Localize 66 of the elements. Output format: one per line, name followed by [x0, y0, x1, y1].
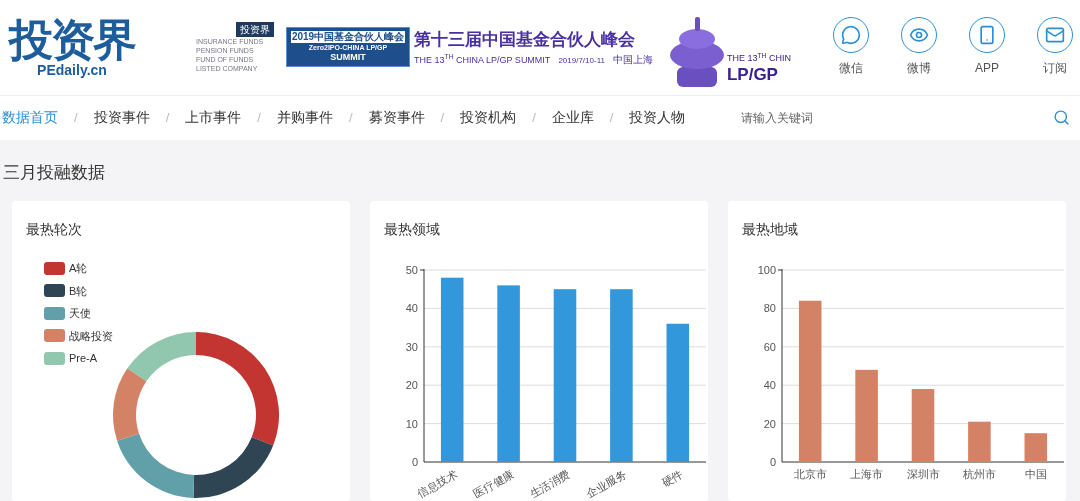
nav-separator: / [74, 108, 78, 127]
site-logo[interactable]: 投资界 PEdaily.cn [0, 7, 140, 88]
summit-place: 中国上海 [612, 52, 653, 67]
legend-swatch [44, 306, 65, 320]
nav-tab[interactable]: 企业库 [551, 107, 594, 129]
category-label: 杭州市 [962, 468, 996, 480]
nav-separator: / [440, 108, 445, 127]
axis-tick-label: 30 [405, 340, 418, 353]
legend-label: 天使 [69, 306, 91, 321]
search-icon[interactable] [1053, 109, 1070, 127]
legend-swatch [44, 329, 65, 343]
axis-tick-label: 40 [405, 302, 418, 315]
legend-label: A轮 [69, 261, 88, 276]
nav-separator: / [609, 108, 614, 127]
legend-swatch [44, 261, 65, 275]
partner-logo: 投资界 [236, 21, 274, 37]
axis-tick-label: 10 [405, 417, 418, 430]
nav-tab[interactable]: 投资机构 [460, 107, 517, 129]
category-label: 硬件 [659, 467, 685, 489]
nav-separator: / [165, 108, 170, 127]
axis-tick-label: 80 [763, 302, 776, 315]
legend-swatch [44, 351, 65, 365]
section-title: 三月投融数据 [2, 161, 106, 184]
chat-bubble-icon [841, 25, 861, 46]
search-field[interactable]: 请输入关键词 [741, 108, 942, 127]
nav-separator: / [257, 108, 261, 127]
bar [1024, 433, 1048, 462]
axis-tick-label: 0 [411, 456, 418, 468]
card-title: 最热领域 [384, 220, 440, 239]
phone-icon [977, 25, 997, 46]
category-label: 信息技术 [415, 467, 460, 500]
legend-label: B轮 [69, 283, 88, 299]
category-label: 企业服务 [584, 467, 629, 500]
axis-tick-label: 100 [757, 264, 776, 276]
category-label: 北京市 [793, 468, 827, 480]
legend-label: 战略投资 [69, 328, 113, 344]
legend-swatch [44, 284, 65, 298]
nav-separator: / [348, 108, 353, 127]
summit-subtitle: THE 13$^{TH}$ CHINA LP/GP SUMMIT [414, 53, 551, 67]
temple-caption: THE 13$^{TH}$ CHIN [726, 51, 791, 65]
axis-tick-label: 20 [405, 379, 418, 392]
nav-tab[interactable]: 投资人物 [629, 107, 686, 129]
axis-tick-label: 50 [405, 264, 418, 276]
axis-tick-label: 60 [763, 340, 776, 353]
legend-label: Pre-A [69, 351, 98, 366]
card-title: 最热轮次 [26, 220, 82, 239]
nav-separator: / [532, 108, 536, 127]
summit-title: 第十三届中国基金合伙人峰会 [414, 28, 636, 51]
nav-tab[interactable]: 募资事件 [368, 107, 425, 129]
axis-tick-label: 0 [769, 456, 776, 468]
category-label: 生活消费 [527, 467, 572, 500]
category-label: 上海市 [850, 468, 884, 480]
card-title: 最热地域 [742, 220, 798, 239]
mail-icon [1045, 25, 1065, 46]
nav-tab[interactable]: 并购事件 [276, 107, 333, 129]
nav-tab[interactable]: 上市事件 [185, 107, 242, 129]
category-label: 中国 [1024, 468, 1047, 480]
category-label: 深圳市 [906, 468, 940, 480]
bar [968, 421, 991, 462]
nav-tab[interactable]: 数据首页 [0, 107, 58, 129]
summit-date: 2019/7/10-11 [558, 54, 605, 67]
axis-tick-label: 20 [763, 417, 776, 430]
axis-tick-label: 40 [763, 379, 776, 392]
temple-title: LP/GP [726, 65, 779, 86]
nav-tab[interactable]: 投资事件 [93, 107, 150, 129]
category-label: 医疗健康 [471, 467, 516, 500]
